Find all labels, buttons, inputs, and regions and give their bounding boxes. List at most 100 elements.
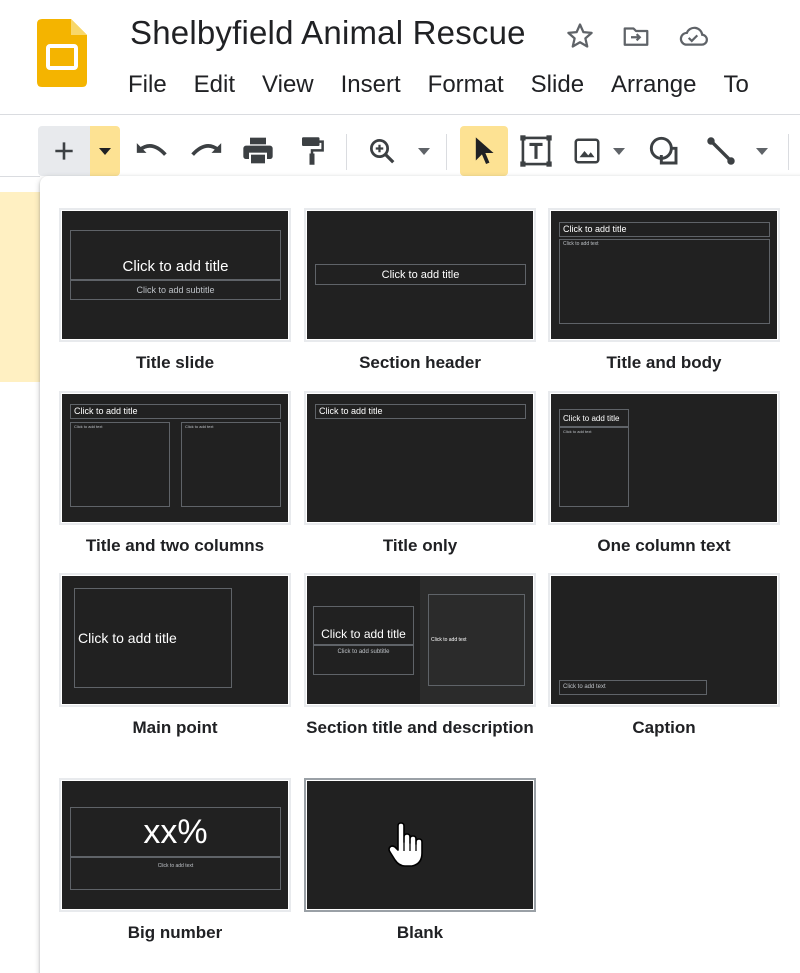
selected-slide-thumbnail-edge[interactable]: [0, 192, 40, 382]
image-button[interactable]: [568, 126, 606, 176]
toolbar-separator: [346, 134, 347, 170]
dropdown-arrow-icon: [418, 148, 430, 155]
redo-icon: [191, 143, 222, 156]
layout-thumbnail: [304, 778, 536, 912]
menu-tools[interactable]: To: [723, 68, 748, 102]
select-tool-button[interactable]: [460, 126, 508, 176]
body-placeholder: Click to add text: [559, 427, 629, 507]
zoom-icon: [370, 139, 395, 164]
paint-format-icon: [302, 137, 324, 165]
undo-button[interactable]: [130, 126, 174, 176]
menu-format[interactable]: Format: [428, 68, 504, 102]
title-placeholder: Click to add title: [559, 409, 629, 427]
column-left-placeholder: Click to add text: [70, 422, 170, 507]
move-to-folder-icon[interactable]: [620, 20, 652, 52]
toolbar-separator: [788, 134, 789, 170]
layout-title-and-body[interactable]: Click to add title Click to add text Tit…: [548, 208, 780, 374]
slide-preview: Click to add title Click to add text: [551, 211, 777, 339]
layout-thumbnail: Click to add title Click to add text Cli…: [59, 391, 291, 525]
menu-insert[interactable]: Insert: [341, 68, 401, 102]
body-placeholder: Click to add text: [428, 594, 525, 686]
column-right-placeholder: Click to add text: [181, 422, 281, 507]
slide-preview: Click to add title Click to add text: [551, 394, 777, 522]
shape-button[interactable]: [644, 126, 684, 176]
google-slides-logo[interactable]: [37, 19, 87, 87]
layout-main-point[interactable]: Click to add title Main point: [59, 573, 291, 739]
layout-section-header[interactable]: Click to add title Section header: [304, 208, 536, 374]
line-dropdown-button[interactable]: [748, 126, 776, 176]
layout-label: Main point: [132, 718, 218, 737]
layout-label: Section header: [359, 353, 481, 372]
title-placeholder: Click to add title: [315, 404, 526, 419]
layout-thumbnail: Click to add title: [59, 573, 291, 707]
menu-file[interactable]: File: [128, 68, 167, 102]
menu-edit[interactable]: Edit: [194, 68, 235, 102]
layout-thumbnail: xx% Click to add text: [59, 778, 291, 912]
layout-thumbnail: Click to add title: [304, 391, 536, 525]
layout-blank[interactable]: Blank: [304, 778, 536, 944]
line-button[interactable]: [700, 126, 742, 176]
paint-format-button[interactable]: [290, 126, 334, 176]
cloud-saved-icon[interactable]: [677, 20, 709, 52]
title-placeholder: Click to add title: [559, 222, 770, 237]
slide-preview: Click to add title: [307, 394, 533, 522]
slide-preview: Click to add title Click to add text Cli…: [62, 394, 288, 522]
slides-app: Shelbyfield Animal Rescue File Edit View…: [0, 0, 800, 973]
select-cursor-icon: [475, 137, 494, 164]
slide-preview: Click to add text: [551, 576, 777, 704]
zoom-button[interactable]: [362, 126, 402, 176]
text-box-icon: [520, 135, 552, 167]
layout-one-column-text[interactable]: Click to add title Click to add text One…: [548, 391, 780, 557]
print-icon: [243, 137, 273, 166]
image-icon: [574, 138, 600, 164]
new-slide-button[interactable]: [38, 126, 90, 176]
slide-preview: Click to add title Click to add subtitle: [62, 211, 288, 339]
slide-preview: Click to add title Click to add subtitle…: [307, 576, 533, 704]
slide-preview: xx% Click to add text: [62, 781, 288, 909]
layout-caption[interactable]: Click to add text Caption: [548, 573, 780, 739]
slide-preview: [307, 781, 533, 909]
menu-view[interactable]: View: [262, 68, 314, 102]
header-divider: [0, 114, 800, 115]
filmstrip-top-border: [0, 176, 40, 177]
layout-label: Title and two columns: [85, 536, 265, 555]
body-placeholder: Click to add text: [559, 680, 707, 695]
layout-label: Caption: [632, 718, 696, 737]
menu-bar: File Edit View Insert Format Slide Arran…: [128, 68, 776, 102]
big-number-placeholder: xx%: [70, 807, 281, 857]
layout-thumbnail: Click to add title Click to add subtitle: [59, 208, 291, 342]
layout-big-number[interactable]: xx% Click to add text Big number: [59, 778, 291, 944]
layout-dropdown-button[interactable]: [90, 126, 120, 176]
dropdown-arrow-icon: [756, 148, 768, 155]
layout-picker-menu: Click to add title Click to add subtitle…: [40, 176, 800, 973]
zoom-dropdown-button[interactable]: [410, 126, 438, 176]
menu-slide[interactable]: Slide: [531, 68, 584, 102]
shape-icon: [649, 136, 678, 165]
layout-thumbnail: Click to add title Click to add text: [548, 208, 780, 342]
text-box-button[interactable]: [516, 126, 556, 176]
title-placeholder: Click to add title: [315, 264, 526, 285]
redo-button[interactable]: [184, 126, 228, 176]
slide-preview: Click to add title: [62, 576, 288, 704]
toolbar-separator: [446, 134, 447, 170]
plus-icon: [55, 142, 73, 160]
layout-thumbnail: Click to add title Click to add subtitle…: [304, 573, 536, 707]
subtitle-placeholder: Click to add subtitle: [70, 280, 281, 300]
layout-title-and-two-columns[interactable]: Click to add title Click to add text Cli…: [59, 391, 291, 557]
undo-icon: [136, 143, 167, 156]
layout-thumbnail: Click to add title: [304, 208, 536, 342]
dropdown-arrow-icon: [613, 148, 625, 155]
image-dropdown-button[interactable]: [606, 126, 632, 176]
layout-thumbnail: Click to add title Click to add text: [548, 391, 780, 525]
slide-preview: Click to add title: [307, 211, 533, 339]
layout-title-slide[interactable]: Click to add title Click to add subtitle…: [59, 208, 291, 374]
menu-arrange[interactable]: Arrange: [611, 68, 696, 102]
star-icon[interactable]: [564, 20, 596, 52]
document-title[interactable]: Shelbyfield Animal Rescue: [130, 14, 526, 52]
layout-label: Section title and description: [306, 718, 534, 737]
body-placeholder: Click to add text: [70, 857, 281, 890]
layout-title-only[interactable]: Click to add title Title only: [304, 391, 536, 557]
layout-section-title-and-description[interactable]: Click to add title Click to add subtitle…: [304, 573, 536, 739]
layout-label: Title only: [382, 536, 458, 555]
print-button[interactable]: [236, 126, 280, 176]
